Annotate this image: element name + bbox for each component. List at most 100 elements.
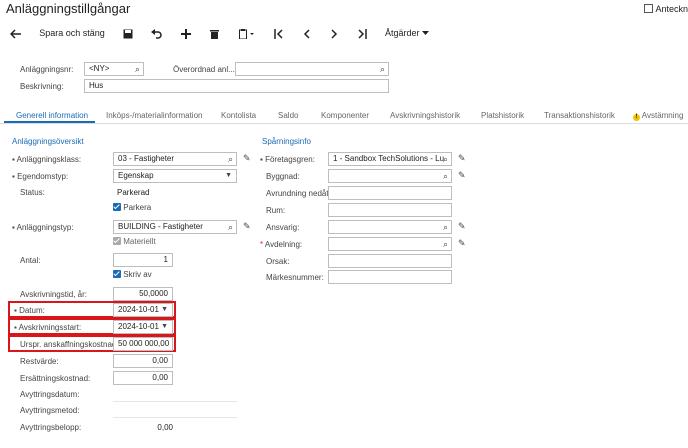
quantity-label: Antal: — [20, 256, 41, 265]
first-icon — [273, 28, 283, 39]
tracking-info-header: Spårningsinfo — [262, 137, 311, 146]
undo-button[interactable] — [148, 25, 164, 41]
useful-life-label: Avskrivningstid, år: — [20, 290, 87, 299]
property-type-label: ▪ Egendomstyp: — [12, 172, 68, 181]
tab-components[interactable]: Komponenter — [321, 111, 369, 120]
tab-location-history[interactable]: Platshistorik — [481, 111, 524, 120]
previous-record-button[interactable] — [298, 25, 314, 41]
tag-number-label: Märkesnummer: — [266, 273, 324, 282]
dep-start-input[interactable]: 2024-10-01 ▼ — [113, 320, 173, 334]
checkbox-checked-icon — [113, 203, 121, 211]
material-label: Materiellt — [123, 237, 156, 246]
tab-general-info[interactable]: Generell information — [16, 111, 88, 120]
building-input[interactable]: ⌕ — [328, 169, 452, 183]
department-label-text: Avdelning: — [264, 240, 303, 249]
asset-type-value: BUILDING - Fastigheter — [118, 222, 203, 231]
chevron-right-icon — [330, 29, 337, 39]
writeoff-label: Skriv av — [123, 270, 152, 279]
branch-label-text: Företagsgren: — [265, 155, 315, 164]
asset-class-value: 03 - Fastigheter — [118, 154, 175, 163]
search-icon[interactable]: ⌕ — [443, 238, 448, 250]
disposal-date-label: Avyttringsdatum: — [20, 390, 80, 399]
asset-no-input[interactable]: <NY> ⌕ — [84, 62, 144, 76]
residual-input[interactable]: 0,00 — [113, 354, 173, 368]
date-input[interactable]: 2024-10-01 ▼ — [113, 303, 173, 317]
quantity-input[interactable]: 1 — [113, 253, 173, 267]
required-marker: ▪ — [260, 155, 263, 164]
edit-pencil-icon[interactable]: ✎ — [243, 221, 251, 232]
department-input[interactable]: ⌕ — [328, 237, 452, 251]
useful-life-input[interactable]: 50,0000 — [113, 287, 173, 301]
branch-input[interactable]: 1 - Sandbox TechSolutions - Lu ⌕ — [328, 152, 452, 166]
edit-pencil-icon[interactable]: ✎ — [458, 170, 466, 181]
copy-paste-menu[interactable] — [236, 25, 258, 41]
reason-input[interactable] — [328, 254, 452, 268]
edit-pencil-icon[interactable]: ✎ — [458, 153, 466, 164]
material-checkbox: Materiellt — [113, 237, 156, 247]
tab-purchase-info[interactable]: Inköps-/materialinformation — [106, 111, 202, 120]
search-icon[interactable]: ⌕ — [380, 63, 385, 75]
divider — [113, 417, 237, 418]
required-marker: ▪ — [12, 155, 15, 164]
disposal-amount-value: 0,00 — [157, 423, 173, 432]
date-value: 2024-10-01 — [118, 305, 159, 314]
parent-asset-input[interactable]: ⌕ — [235, 62, 389, 76]
rounding-input[interactable] — [328, 186, 452, 200]
edit-note-icon — [644, 4, 654, 13]
tab-transaction-history[interactable]: Transaktionshistorik — [544, 111, 615, 120]
asset-summary-header: Anläggningsöversikt — [12, 137, 84, 146]
building-label: Byggnad: — [266, 172, 300, 181]
required-marker: ▪ — [14, 323, 17, 332]
replacement-cost-label: Ersättningskostnad: — [20, 374, 91, 383]
edit-pencil-icon[interactable]: ✎ — [458, 238, 466, 249]
tab-balance[interactable]: Saldo — [278, 111, 298, 120]
back-button[interactable] — [8, 25, 24, 41]
delete-button[interactable] — [206, 25, 222, 41]
divider — [113, 401, 237, 402]
asset-no-label: Anläggningsnr: — [20, 65, 74, 74]
save-button[interactable] — [120, 25, 136, 41]
search-icon[interactable]: ⌕ — [443, 221, 448, 233]
actions-menu[interactable]: Åtgärder — [382, 25, 432, 41]
replacement-cost-input[interactable]: 0,00 — [113, 371, 173, 385]
property-type-select[interactable]: Egenskap ▼ — [113, 169, 237, 183]
next-record-button[interactable] — [326, 25, 342, 41]
tab-reconciliation[interactable]: ! Avstämning — [633, 111, 683, 121]
tab-divider — [0, 123, 688, 124]
checkbox-disabled-icon — [113, 237, 121, 245]
search-icon[interactable]: ⌕ — [443, 153, 448, 165]
tab-depreciation-history[interactable]: Avskrivningshistorik — [390, 111, 460, 120]
plus-icon — [181, 28, 191, 39]
actions-label: Åtgärder — [384, 28, 420, 38]
back-arrow-icon — [10, 29, 21, 39]
orig-cost-label: Urspr. anskaffningskostnad: — [20, 340, 119, 349]
last-record-button[interactable] — [354, 25, 370, 41]
search-icon[interactable]: ⌕ — [228, 153, 233, 165]
description-input[interactable]: Hus — [84, 79, 389, 93]
custodian-input[interactable]: ⌕ — [328, 220, 452, 234]
warning-icon: ! — [633, 114, 640, 121]
tag-number-input[interactable] — [328, 270, 452, 284]
search-icon[interactable]: ⌕ — [135, 63, 140, 75]
edit-pencil-icon[interactable]: ✎ — [458, 221, 466, 232]
orig-cost-input[interactable]: 50 000 000,00 — [113, 337, 173, 351]
add-button[interactable] — [178, 25, 194, 41]
checkbox-checked-icon — [113, 270, 121, 278]
search-icon[interactable]: ⌕ — [443, 170, 448, 182]
required-marker: ▪ — [12, 172, 15, 181]
notes-link[interactable]: Anteckn — [644, 4, 688, 14]
edit-pencil-icon[interactable]: ✎ — [243, 153, 251, 164]
asset-class-input[interactable]: 03 - Fastigheter ⌕ — [113, 152, 237, 166]
search-icon[interactable]: ⌕ — [228, 221, 233, 233]
asset-type-label: ▪ Anläggningstyp: — [12, 223, 74, 232]
save-close-button[interactable]: Spara och stäng — [36, 25, 108, 41]
tab-account-list[interactable]: Kontolista — [221, 111, 256, 120]
room-input[interactable] — [328, 203, 452, 217]
dep-start-label: ▪ Avskrivningsstart: — [14, 323, 81, 332]
clipboard-icon — [239, 28, 254, 39]
asset-type-input[interactable]: BUILDING - Fastigheter ⌕ — [113, 220, 237, 234]
first-record-button[interactable] — [270, 25, 286, 41]
writeoff-checkbox[interactable]: Skriv av — [113, 270, 152, 280]
parked-checkbox[interactable]: Parkera — [113, 203, 151, 213]
notes-label: Anteckn — [655, 4, 688, 14]
